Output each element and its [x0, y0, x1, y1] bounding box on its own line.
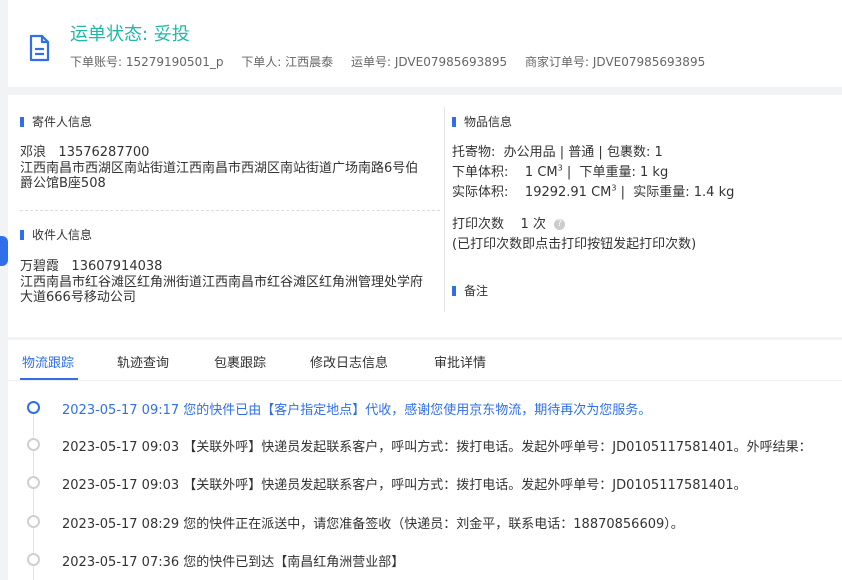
question-icon[interactable]: ?: [554, 219, 566, 230]
document-icon: [29, 34, 50, 62]
goods-section-title: 物品信息: [452, 113, 512, 130]
column-divider: [444, 107, 445, 312]
print-count-hint: (已打印次数即点击打印按钮发起打印次数): [452, 237, 697, 252]
timeline-dot: [27, 438, 40, 451]
timeline-entry: 2023-05-17 07:36 您的快件已到达【南昌红角洲营业部】: [62, 555, 405, 570]
side-collapse-tab[interactable]: [0, 236, 8, 266]
tab-change-log[interactable]: 修改日志信息: [310, 352, 388, 371]
section-marker: [452, 285, 456, 296]
section-marker: [20, 116, 24, 127]
receiver-contact: 万碧霞 13607914038: [20, 255, 162, 274]
divider: [20, 210, 440, 211]
print-count: 打印次数 1 次 ?: [452, 213, 566, 232]
remark-section-title: 备注: [452, 282, 488, 299]
timeline-dot: [27, 476, 40, 489]
sender-section-title: 寄件人信息: [20, 113, 92, 130]
tracking-panel: 物流跟踪 轨迹查询 包裹跟踪 修改日志信息 审批详情 2023-05-17 09…: [8, 340, 842, 580]
merchant-order-number: 商家订单号: JDVE07985693895: [525, 55, 706, 69]
timeline-entry: 2023-05-17 08:29 您的快件正在派送中，请您准备签收（快递员：刘金…: [62, 517, 684, 532]
receiver-section-title: 收件人信息: [20, 226, 92, 243]
orderer: 下单人: 江西晨泰: [241, 55, 334, 69]
order-volume-weight: 下单体积: 1 CM3 | 下单重量: 1 kg: [452, 163, 669, 180]
actual-volume-weight: 实际体积: 19292.91 CM3 | 实际重量: 1.4 kg: [452, 183, 735, 200]
waybill-status-title: 运单状态: 妥投: [70, 24, 190, 45]
timeline-dot: [27, 401, 40, 414]
receiver-phone: 13607914038: [71, 259, 163, 274]
sender-name: 邓浪: [20, 145, 47, 160]
active-tab-indicator: [20, 378, 78, 380]
waybill-info-panel: 寄件人信息 邓浪 13576287700 江西南昌市西湖区南站街道江西南昌市西湖…: [8, 95, 842, 337]
order-account: 下单账号: 15279190501_p: [70, 55, 224, 69]
sender-address: 江西南昌市西湖区南站街道江西南昌市西湖区南站街道广场南路6号伯爵公馆B座508: [20, 161, 419, 191]
sender-phone: 13576287700: [58, 145, 150, 160]
section-marker: [20, 229, 24, 240]
receiver-name: 万碧霞: [20, 259, 60, 274]
consignment-info: 托寄物: 办公用品 | 普通 | 包裹数: 1: [452, 145, 663, 160]
tab-package-tracking[interactable]: 包裹跟踪: [214, 352, 266, 371]
sender-contact: 邓浪 13576287700: [20, 141, 149, 160]
timeline-dot: [27, 553, 40, 566]
tracking-tabs: 物流跟踪 轨迹查询 包裹跟踪 修改日志信息 审批详情: [8, 340, 842, 381]
tab-track-query[interactable]: 轨迹查询: [117, 352, 169, 371]
waybill-number: 运单号: JDVE07985693895: [350, 55, 508, 69]
timeline-entry: 2023-05-17 09:03 【关联外呼】快递员发起联系客户，呼叫方式：拨打…: [62, 478, 747, 493]
waybill-header: 运单状态: 妥投 下单账号: 15279190501_p 下单人: 江西晨泰 运…: [8, 0, 842, 87]
receiver-address: 江西南昌市红谷滩区红角洲街道江西南昌市红谷滩区红角洲管理处学府大道666号移动公…: [20, 275, 424, 305]
waybill-meta: 下单账号: 15279190501_p 下单人: 江西晨泰 运单号: JDVE0…: [70, 53, 719, 70]
timeline-entry: 2023-05-17 09:17 您的快件已由【客户指定地点】代收，感谢您使用京…: [62, 403, 652, 418]
timeline-entry: 2023-05-17 09:03 【关联外呼】快递员发起联系客户，呼叫方式：拨打…: [62, 440, 812, 455]
tab-logistics-tracking[interactable]: 物流跟踪: [22, 352, 74, 371]
timeline-dot: [27, 515, 40, 528]
section-marker: [452, 116, 456, 127]
tab-approval-details[interactable]: 审批详情: [434, 352, 486, 371]
